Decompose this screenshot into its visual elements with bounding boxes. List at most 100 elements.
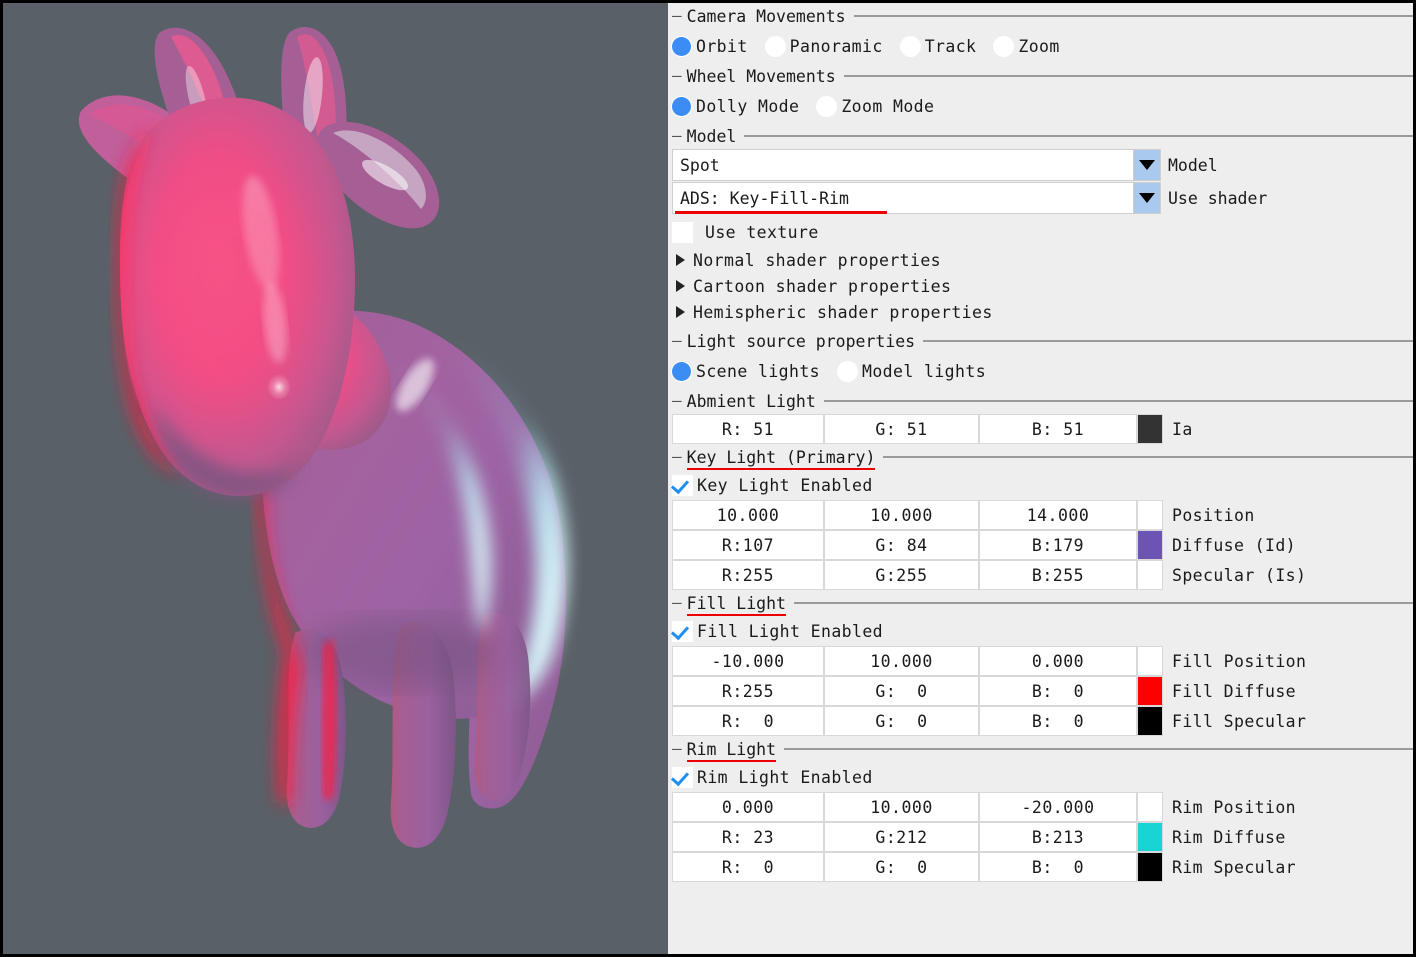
key-specular-b-field[interactable]: B:255 <box>979 560 1137 590</box>
shader-select-label: Use shader <box>1168 188 1268 208</box>
fill-position-z-field[interactable]: 0.000 <box>979 646 1137 676</box>
radio-label: Panoramic <box>789 36 883 56</box>
radio-dolly-mode[interactable]: Dolly Mode <box>672 96 813 116</box>
fill-light-enabled-label: Fill Light Enabled <box>697 621 884 641</box>
group-separator-line <box>843 75 1413 77</box>
key-specular-color-swatch[interactable] <box>1137 560 1163 590</box>
3d-render-viewport[interactable] <box>3 3 668 954</box>
rim-specular-color-swatch[interactable] <box>1137 852 1163 882</box>
key-specular-r-field[interactable]: R:255 <box>672 560 824 590</box>
group-collapse-dash: – <box>672 447 682 466</box>
rim-position-y-field[interactable]: 10.000 <box>824 792 979 822</box>
key-diffuse-b-field[interactable]: B:179 <box>979 530 1137 560</box>
ambient-r-field[interactable]: R: 51 <box>672 414 824 444</box>
group-wheel-movements: – Wheel Movements <box>668 63 1413 89</box>
fill-specular-g-field[interactable]: G: 0 <box>824 706 979 736</box>
rim-specular-r-field[interactable]: R: 0 <box>672 852 824 882</box>
rim-position-no-swatch <box>1137 792 1163 822</box>
group-collapse-dash: – <box>672 331 682 350</box>
model-select-dropdown-button[interactable] <box>1134 149 1161 181</box>
fill-diffuse-r-field[interactable]: R:255 <box>672 676 824 706</box>
shader-select-field[interactable]: ADS: Key-Fill-Rim <box>672 182 1134 214</box>
group-collapse-dash: – <box>672 593 682 612</box>
model-select-value: Spot <box>680 155 720 175</box>
ambient-g-field[interactable]: G: 51 <box>824 414 979 444</box>
rim-position-z-field[interactable]: -20.000 <box>979 792 1137 822</box>
key-diffuse-color-swatch[interactable] <box>1137 530 1163 560</box>
fill-specular-b-field[interactable]: B: 0 <box>979 706 1137 736</box>
key-light-enabled-checkbox[interactable] <box>672 474 693 496</box>
model-select-row: Spot Model <box>668 149 1413 181</box>
fill-light-specular-row: R: 0 G: 0 B: 0 Fill Specular <box>668 706 1413 736</box>
application-window: – Camera Movements Orbit Panoramic Track… <box>0 0 1416 957</box>
radio-dot-icon <box>838 361 858 381</box>
radio-panoramic[interactable]: Panoramic <box>765 36 897 56</box>
group-title: Abmient Light <box>686 391 816 411</box>
rim-diffuse-g-field[interactable]: G:212 <box>824 822 979 852</box>
rim-light-position-row: 0.000 10.000 -20.000 Rim Position <box>668 792 1413 822</box>
shader-select-dropdown-button[interactable] <box>1134 182 1161 214</box>
fill-position-no-swatch <box>1137 646 1163 676</box>
group-collapse-dash: – <box>672 739 682 758</box>
key-position-z-field[interactable]: 14.000 <box>979 500 1137 530</box>
chevron-right-icon <box>676 254 685 266</box>
radio-zoom-mode[interactable]: Zoom Mode <box>817 96 948 116</box>
rim-position-label: Rim Position <box>1172 797 1297 817</box>
fill-light-enabled-checkbox[interactable] <box>672 620 693 642</box>
rim-specular-b-field[interactable]: B: 0 <box>979 852 1137 882</box>
group-title: Fill Light <box>686 593 787 616</box>
shader-select-underline-highlight <box>675 211 887 214</box>
ambient-light-color-row: R: 51 G: 51 B: 51 Ia <box>668 414 1413 444</box>
fill-position-x-field[interactable]: -10.000 <box>672 646 824 676</box>
radio-dot-icon <box>672 361 691 381</box>
group-collapse-dash: – <box>672 391 682 410</box>
fill-light-enabled-row: Fill Light Enabled <box>668 616 1413 646</box>
radio-dot-icon <box>900 36 920 56</box>
fill-diffuse-g-field[interactable]: G: 0 <box>824 676 979 706</box>
fill-position-label: Fill Position <box>1172 651 1307 671</box>
tree-item-cartoon-shader[interactable]: Cartoon shader properties <box>668 273 1413 299</box>
key-position-y-field[interactable]: 10.000 <box>824 500 979 530</box>
radio-track[interactable]: Track <box>900 36 991 56</box>
rim-diffuse-b-field[interactable]: B:213 <box>979 822 1137 852</box>
wheel-movement-radio-group: Dolly Mode Zoom Mode <box>668 89 1413 123</box>
model-select-field[interactable]: Spot <box>672 149 1134 181</box>
ambient-b-field[interactable]: B: 51 <box>979 414 1137 444</box>
fill-diffuse-b-field[interactable]: B: 0 <box>979 676 1137 706</box>
key-light-position-row: 10.000 10.000 14.000 Position <box>668 500 1413 530</box>
radio-label: Orbit <box>696 36 748 56</box>
fill-diffuse-color-swatch[interactable] <box>1137 676 1163 706</box>
rim-diffuse-r-field[interactable]: R: 23 <box>672 822 824 852</box>
ambient-color-swatch[interactable] <box>1137 414 1163 444</box>
key-light-enabled-row: Key Light Enabled <box>668 470 1413 500</box>
rim-light-enabled-label: Rim Light Enabled <box>697 767 873 787</box>
tree-item-hemispheric-shader[interactable]: Hemispheric shader properties <box>668 299 1413 325</box>
rim-specular-g-field[interactable]: G: 0 <box>824 852 979 882</box>
rim-diffuse-color-swatch[interactable] <box>1137 822 1163 852</box>
key-position-x-field[interactable]: 10.000 <box>672 500 824 530</box>
radio-model-lights[interactable]: Model lights <box>838 361 1000 381</box>
fill-specular-label: Fill Specular <box>1172 711 1307 731</box>
tree-item-normal-shader[interactable]: Normal shader properties <box>668 247 1413 273</box>
key-diffuse-r-field[interactable]: R:107 <box>672 530 824 560</box>
group-separator-line <box>883 456 1413 458</box>
ambient-row-label: Ia <box>1172 419 1193 439</box>
radio-scene-lights[interactable]: Scene lights <box>672 361 834 381</box>
radio-zoom[interactable]: Zoom <box>994 36 1073 56</box>
key-specular-g-field[interactable]: G:255 <box>824 560 979 590</box>
use-texture-checkbox[interactable] <box>672 221 693 243</box>
fill-position-y-field[interactable]: 10.000 <box>824 646 979 676</box>
group-separator-line <box>793 602 1413 604</box>
radio-label: Dolly Mode <box>696 96 800 116</box>
rim-position-x-field[interactable]: 0.000 <box>672 792 824 822</box>
key-position-no-swatch <box>1137 500 1163 530</box>
key-light-diffuse-row: R:107 G: 84 B:179 Diffuse (Id) <box>668 530 1413 560</box>
chevron-right-icon <box>676 280 685 292</box>
radio-orbit[interactable]: Orbit <box>672 36 762 56</box>
key-diffuse-g-field[interactable]: G: 84 <box>824 530 979 560</box>
fill-specular-color-swatch[interactable] <box>1137 706 1163 736</box>
rim-light-diffuse-row: R: 23 G:212 B:213 Rim Diffuse <box>668 822 1413 852</box>
rim-light-enabled-checkbox[interactable] <box>672 766 693 788</box>
fill-specular-r-field[interactable]: R: 0 <box>672 706 824 736</box>
group-title: Rim Light <box>686 739 777 762</box>
